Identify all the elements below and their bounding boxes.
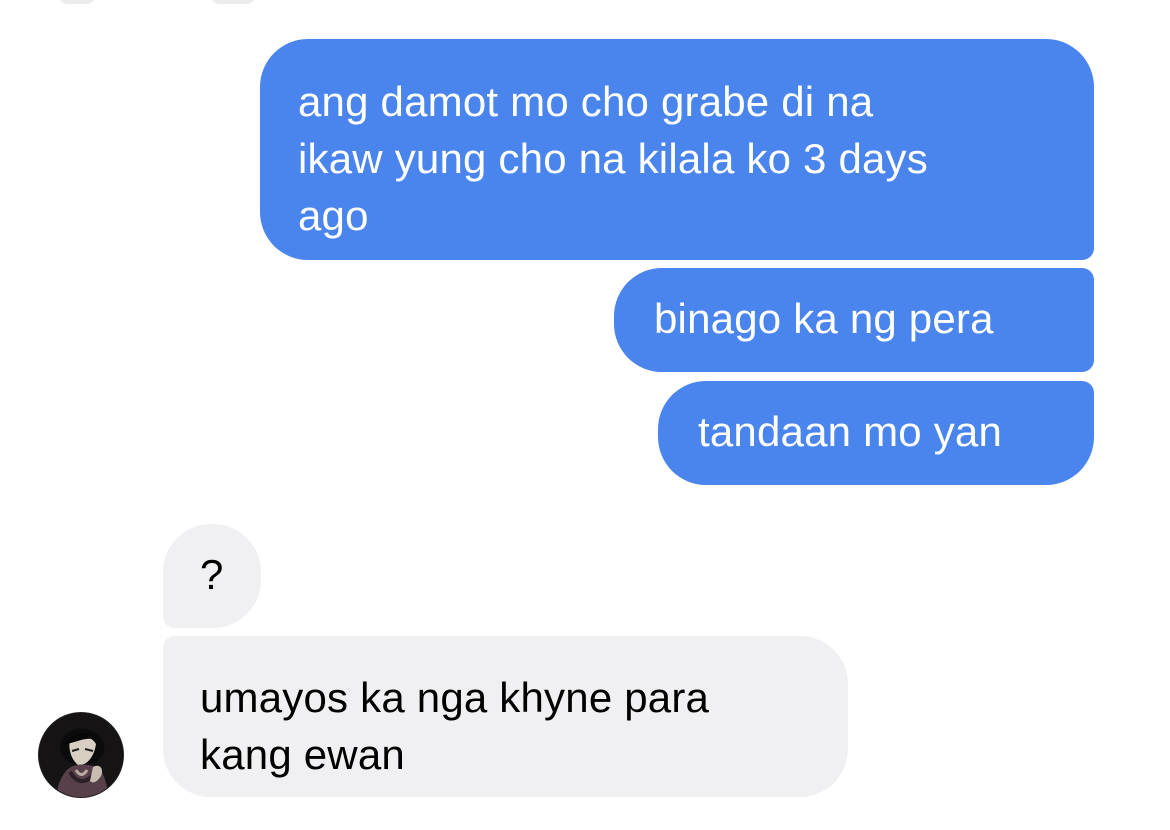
- incoming-message-bubble[interactable]: umayos ka nga khyne para kang ewan: [163, 636, 848, 797]
- message-text-line: umayos ka nga khyne para: [200, 674, 710, 721]
- incoming-message-bubble[interactable]: ?: [163, 524, 261, 628]
- message-text-line: ago: [298, 192, 369, 239]
- avatar[interactable]: [38, 712, 124, 798]
- message-text-line: binago ka ng pera: [654, 295, 994, 342]
- avatar-image-icon: [39, 713, 123, 797]
- outgoing-message-bubble[interactable]: binago ka ng pera: [614, 268, 1094, 372]
- message-text-line: kang ewan: [200, 731, 405, 778]
- message-text-line: ?: [200, 551, 224, 598]
- message-text-line: tandaan mo yan: [698, 408, 1003, 455]
- outgoing-message-bubble[interactable]: ang damot mo cho grabe di na ikaw yung c…: [260, 39, 1094, 260]
- chat-screen: ang damot mo cho grabe di na ikaw yung c…: [0, 0, 1170, 830]
- message-text-line: ang damot mo cho grabe di na: [298, 78, 874, 125]
- cropped-top-element: [210, 0, 256, 4]
- message-text-line: ikaw yung cho na kilala ko 3 days: [298, 135, 928, 182]
- outgoing-message-bubble[interactable]: tandaan mo yan: [658, 381, 1094, 485]
- cropped-top-element: [58, 0, 96, 4]
